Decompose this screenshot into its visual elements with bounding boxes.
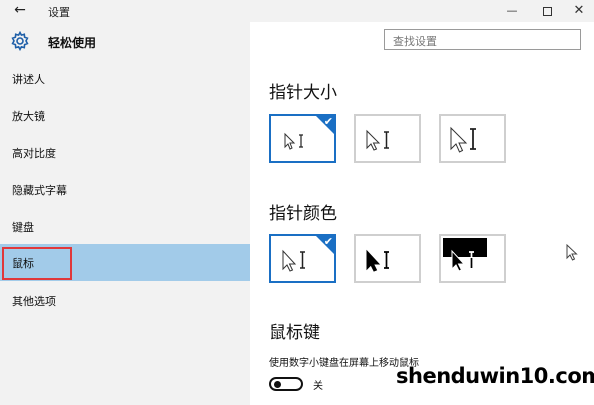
sidebar-item-label: 键盘: [12, 221, 34, 234]
sidebar-item-keyboard[interactable]: 键盘: [0, 208, 250, 245]
back-arrow-icon: ←: [14, 2, 26, 18]
search-input[interactable]: 查找设置: [384, 29, 581, 50]
page-title: 轻松使用: [48, 36, 97, 50]
mouse-keys-title: 鼠标键: [269, 323, 320, 343]
toggle-knob: [274, 381, 281, 388]
app-header: 轻松使用: [0, 22, 250, 60]
pointer-size-option-medium[interactable]: [354, 114, 421, 163]
sidebar-item-label: 隐藏式字幕: [12, 184, 67, 197]
watermark: shenduwin10.com: [396, 364, 594, 388]
search-placeholder: 查找设置: [393, 35, 437, 48]
gear-icon: [11, 31, 29, 51]
mouse-keys-toggle[interactable]: [269, 377, 303, 391]
pointer-preview-black: [366, 249, 389, 272]
minimize-button[interactable]: —: [495, 0, 529, 22]
pointer-size-option-large[interactable]: [439, 114, 506, 163]
sidebar-item-magnifier[interactable]: 放大镜: [0, 97, 250, 134]
pointer-preview-inverted: [451, 249, 474, 272]
pointer-preview-medium: [366, 129, 389, 151]
pointer-preview-large: [450, 126, 476, 153]
checkmark-icon: ✔: [323, 115, 333, 128]
sidebar-item-label: 鼠标: [12, 257, 34, 270]
pointer-size-title: 指针大小: [269, 83, 337, 103]
toggle-state-label: 关: [313, 381, 323, 392]
back-button[interactable]: ←: [10, 1, 30, 19]
checkmark-icon: ✔: [323, 235, 333, 248]
maximize-button[interactable]: [530, 0, 564, 22]
left-pane: 轻松使用 讲述人 放大镜 高对比度 隐藏式字幕 键盘 鼠标 其他选项: [0, 22, 250, 405]
mouse-cursor-icon: [566, 244, 578, 261]
pointer-color-title: 指针颜色: [269, 204, 337, 224]
maximize-icon: [542, 6, 552, 16]
window-title: 设置: [48, 6, 70, 19]
pointer-color-option-black[interactable]: [354, 234, 421, 283]
sidebar-item-mouse[interactable]: 鼠标: [0, 244, 250, 281]
sidebar-item-label: 高对比度: [12, 147, 56, 160]
sidebar-item-narrator[interactable]: 讲述人: [0, 60, 250, 97]
pointer-size-option-small[interactable]: ✔: [269, 114, 336, 163]
sidebar-item-label: 放大镜: [12, 110, 45, 123]
sidebar-item-label: 讲述人: [12, 73, 45, 86]
sidebar-item-other-options[interactable]: 其他选项: [0, 282, 250, 319]
title-bar: ← 设置 — ✕: [0, 0, 594, 22]
close-button[interactable]: ✕: [562, 0, 594, 22]
sidebar-item-label: 其他选项: [12, 295, 56, 308]
sidebar-item-high-contrast[interactable]: 高对比度: [0, 134, 250, 171]
pointer-color-option-white[interactable]: ✔: [269, 234, 336, 283]
pointer-color-option-inverted[interactable]: [439, 234, 506, 283]
minimize-icon: —: [506, 4, 518, 17]
sidebar-item-closed-captions[interactable]: 隐藏式字幕: [0, 171, 250, 208]
close-icon: ✕: [573, 3, 585, 18]
